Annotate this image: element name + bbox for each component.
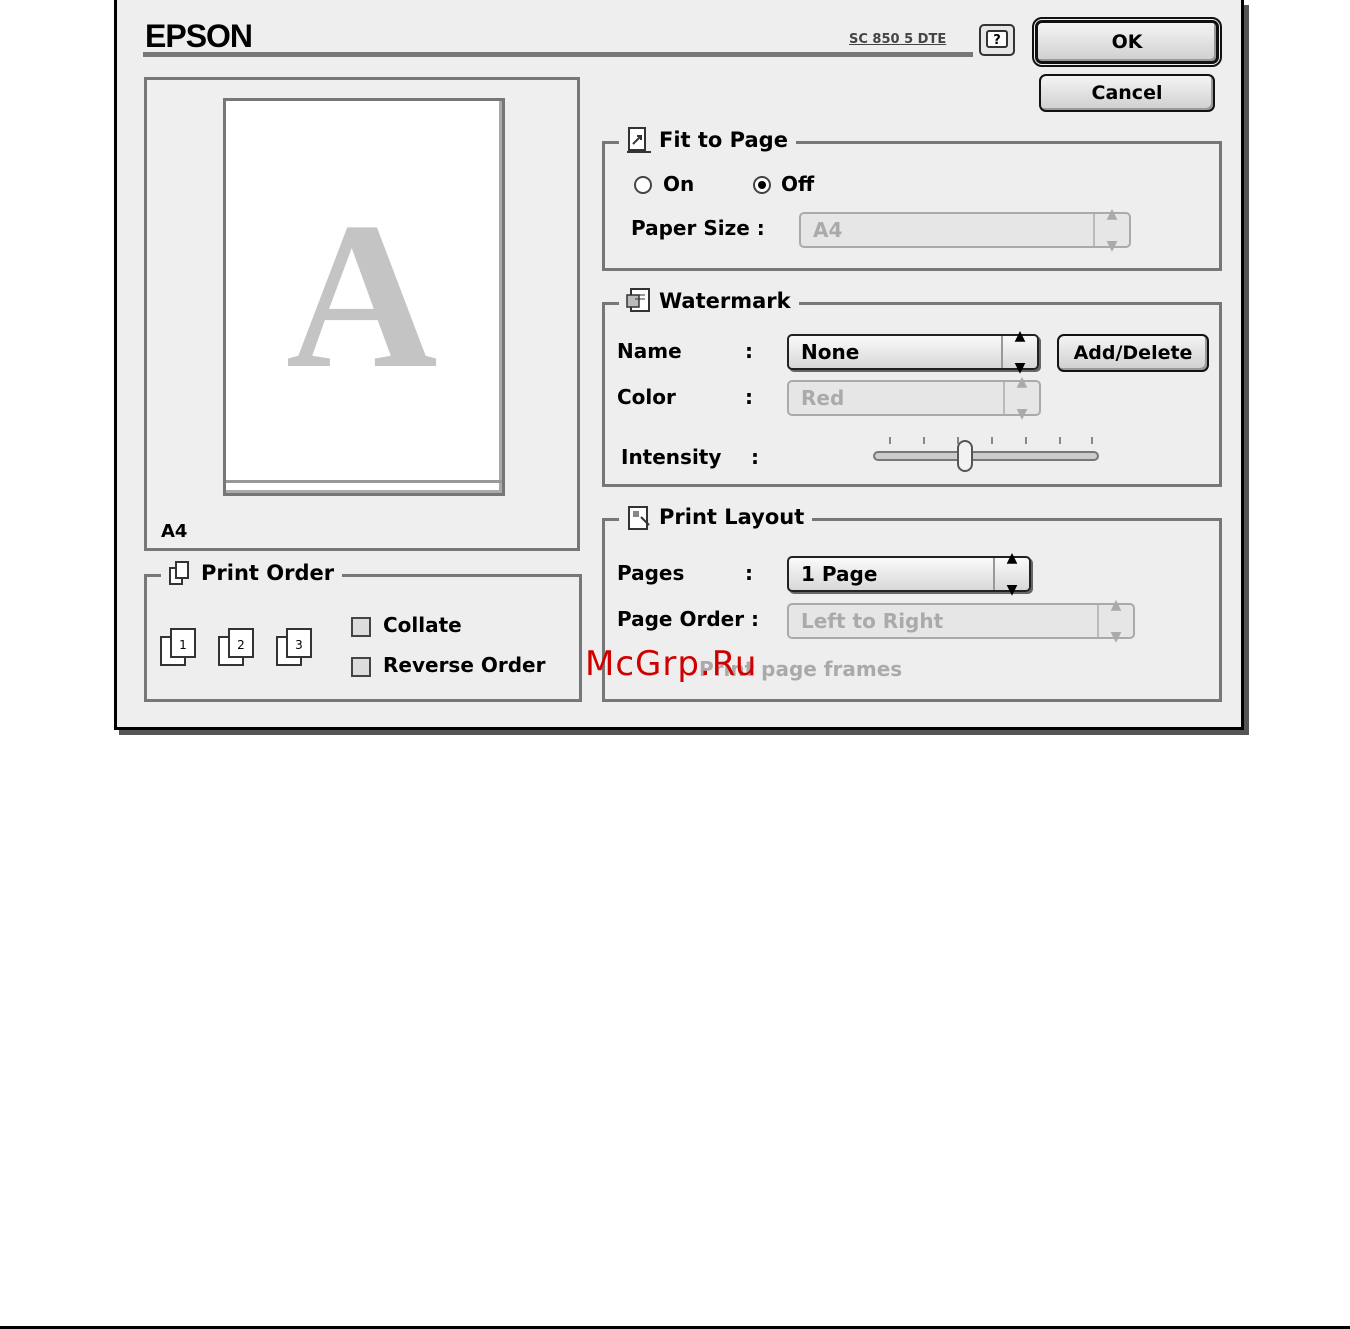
reverse-order-checkbox[interactable] <box>351 657 371 677</box>
pages-select[interactable]: 1 Page ▲ ▼ <box>787 550 1031 598</box>
intensity-slider-thumb[interactable] <box>957 440 973 472</box>
slider-tick <box>923 437 925 444</box>
preview-letter: A <box>286 180 438 412</box>
svg-text:2: 2 <box>237 638 245 652</box>
fit-on-label: On <box>663 172 695 196</box>
watermark-name-select[interactable]: None ▲ ▼ <box>787 328 1039 376</box>
print-order-icon <box>169 561 189 585</box>
fit-on-radio[interactable] <box>634 176 652 194</box>
fit-to-page-label: Fit to Page <box>659 128 788 152</box>
svg-text:3: 3 <box>295 638 303 652</box>
updown-arrow-icon: ▲ ▼ <box>1097 597 1133 645</box>
ok-button[interactable]: OK <box>1032 17 1222 67</box>
page-order-select[interactable]: Left to Right ▲ ▼ <box>787 597 1135 645</box>
svg-text:1: 1 <box>179 638 187 652</box>
watermark-color-select[interactable]: Red ▲ ▼ <box>787 374 1041 422</box>
preview-paper-size: A4 <box>161 521 188 542</box>
paper-size-select[interactable]: A4 ▲ ▼ <box>799 206 1131 254</box>
printer-layout-dialog: EPSON SC 850 5 DTE ? OK Cancel A A4 Prin… <box>114 0 1244 730</box>
page-preview-panel: A A4 <box>144 77 580 551</box>
watermark-name-value: None <box>801 340 860 364</box>
add-delete-button[interactable]: Add/Delete <box>1057 334 1209 372</box>
order-page1-icon: 1 <box>160 628 196 666</box>
intensity-label: Intensity <box>621 445 722 469</box>
collate-label: Collate <box>383 613 462 637</box>
fit-off-radio[interactable] <box>753 176 771 194</box>
print-layout-title: Print Layout <box>619 503 813 531</box>
site-watermark: McGrp.Ru <box>585 644 758 684</box>
watermark-icon <box>626 288 650 312</box>
page-order-value: Left to Right <box>801 609 944 633</box>
print-order-group: Print Order 1 2 3 Collate Reverse Order <box>144 559 582 702</box>
slider-tick <box>1025 437 1027 444</box>
epson-logo: EPSON <box>145 18 253 54</box>
help-button[interactable]: ? <box>979 24 1015 56</box>
print-order-title: Print Order <box>161 559 343 587</box>
print-layout-label: Print Layout <box>659 505 805 529</box>
fit-to-page-title: Fit to Page <box>619 126 796 154</box>
print-layout-icon <box>628 506 650 530</box>
updown-arrow-icon: ▲ ▼ <box>1093 206 1129 254</box>
updown-arrow-icon: ▲ ▼ <box>1001 328 1037 376</box>
paper-size-label: Paper Size : <box>631 216 765 240</box>
page-preview: A <box>223 98 505 496</box>
updown-arrow-icon: ▲ ▼ <box>1003 374 1039 422</box>
order-page3-icon: 3 <box>276 628 312 666</box>
print-order-label: Print Order <box>201 561 335 585</box>
watermark-name-label: Name <box>617 339 682 363</box>
printer-model-label: SC 850 5 DTE <box>849 32 947 47</box>
fit-off-label: Off <box>781 172 815 196</box>
page-bottom-edge <box>226 480 502 483</box>
pages-label: Pages <box>617 561 685 585</box>
watermark-group: Watermark Name : None ▲ ▼ Add/Delete Colo… <box>602 287 1222 487</box>
slider-tick <box>889 437 891 444</box>
intensity-colon: : <box>751 445 759 469</box>
brand-rule <box>143 52 973 57</box>
svg-text:?: ? <box>993 33 1001 48</box>
watermark-color-label: Color <box>617 385 676 409</box>
updown-arrow-icon: ▲ ▼ <box>993 550 1029 598</box>
slider-tick <box>1091 437 1093 444</box>
watermark-name-colon: : <box>745 339 753 363</box>
order-page2-icon: 2 <box>218 628 254 666</box>
collate-checkbox[interactable] <box>351 617 371 637</box>
page-order-label: Page Order : <box>617 607 760 631</box>
watermark-label: Watermark <box>659 289 791 313</box>
pages-value: 1 Page <box>801 562 878 586</box>
cancel-button[interactable]: Cancel <box>1039 74 1215 112</box>
pages-colon: : <box>745 561 753 585</box>
fit-to-page-icon <box>627 127 651 153</box>
watermark-color-colon: : <box>745 385 753 409</box>
fit-to-page-group: Fit to Page On Off Paper Size : A4 ▲ ▼ <box>602 126 1222 271</box>
paper-size-value: A4 <box>813 218 843 242</box>
watermark-title: Watermark <box>619 287 799 315</box>
slider-tick <box>1059 437 1061 444</box>
watermark-color-value: Red <box>801 386 845 410</box>
reverse-order-label: Reverse Order <box>383 653 546 677</box>
slider-tick <box>991 437 993 444</box>
help-icon: ? <box>986 30 1008 48</box>
intensity-slider-track[interactable] <box>873 451 1099 461</box>
